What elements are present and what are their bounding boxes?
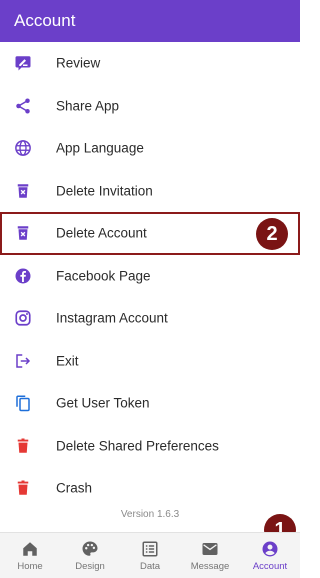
menu-item-label: Share App [56, 98, 120, 114]
tab-label: Home [17, 560, 43, 572]
globe-icon [14, 139, 32, 157]
menu-item-label: Facebook Page [56, 268, 151, 284]
menu-item-facebook-page[interactable]: Facebook Page [0, 255, 300, 298]
tab-label: Message [190, 560, 230, 572]
account-menu: Review Share App App Language Delete Inv… [0, 42, 300, 510]
menu-item-label: Delete Shared Preferences [56, 438, 219, 454]
tab-message[interactable]: Message [180, 533, 240, 578]
menu-item-label: Crash [56, 480, 93, 496]
rate-review-icon [14, 54, 32, 72]
delete-forever-icon [14, 224, 32, 242]
menu-item-label: Exit [56, 353, 79, 369]
app-bar: Account [0, 0, 300, 42]
menu-item-delete-shared-preferences[interactable]: Delete Shared Preferences [0, 425, 300, 468]
tab-label: Design [75, 560, 105, 572]
menu-item-label: App Language [56, 140, 144, 156]
menu-item-review[interactable]: Review [0, 42, 300, 85]
tab-home[interactable]: Home [0, 533, 60, 578]
menu-item-app-language[interactable]: App Language [0, 127, 300, 170]
menu-item-delete-account[interactable]: Delete Account [0, 212, 300, 255]
home-icon [21, 540, 39, 558]
menu-item-instagram-account[interactable]: Instagram Account [0, 297, 300, 340]
bottom-navigation: Home Design Data Message Account [0, 532, 300, 578]
menu-item-label: Get User Token [56, 395, 150, 411]
tab-label: Data [139, 560, 161, 572]
version-label: Version 1.6.3 [120, 509, 180, 520]
menu-item-exit[interactable]: Exit [0, 340, 300, 383]
trash-icon [14, 479, 32, 497]
tab-account[interactable]: Account [240, 533, 300, 578]
menu-item-label: Delete Invitation [56, 183, 153, 199]
menu-item-delete-invitation[interactable]: Delete Invitation [0, 170, 300, 213]
mail-icon [201, 540, 219, 558]
tab-design[interactable]: Design [60, 533, 120, 578]
page-title: Account [14, 11, 76, 30]
menu-item-share-app[interactable]: Share App [0, 85, 300, 128]
tab-data[interactable]: Data [120, 533, 180, 578]
menu-item-get-user-token[interactable]: Get User Token [0, 382, 300, 425]
menu-item-crash[interactable]: Crash [0, 467, 300, 510]
palette-icon [81, 540, 99, 558]
tab-label: Account [252, 560, 288, 572]
copy-icon [14, 394, 32, 412]
list-icon [141, 540, 159, 558]
trash-icon [14, 437, 32, 455]
instagram-icon [14, 309, 32, 327]
menu-item-label: Review [56, 55, 101, 71]
menu-item-label: Delete Account [56, 225, 147, 241]
share-icon [14, 97, 32, 115]
menu-item-label: Instagram Account [56, 310, 168, 326]
facebook-icon [14, 267, 32, 285]
delete-forever-icon [14, 182, 32, 200]
step-marker-2: 2 [256, 218, 288, 250]
account-circle-icon [261, 540, 279, 558]
logout-icon [14, 352, 32, 370]
